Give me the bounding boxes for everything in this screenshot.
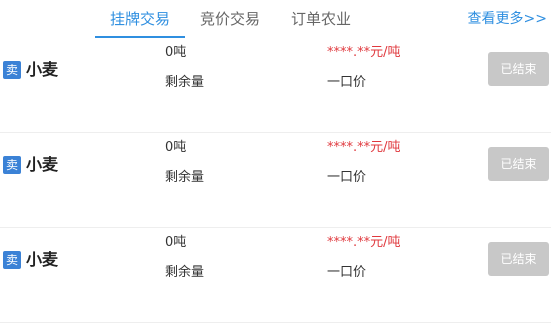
ended-button[interactable]: 已结束 (488, 147, 549, 181)
remaining-quantity-label: 剩余量 (165, 75, 205, 90)
product-name: 小麦 (26, 155, 59, 174)
unit-price: ****.**元/吨 (327, 140, 401, 155)
tab-order-agriculture[interactable]: 订单农业 (291, 8, 351, 30)
remaining-quantity-label: 剩余量 (165, 170, 205, 185)
unit-price: ****.**元/吨 (327, 235, 401, 250)
product-name: 小麦 (26, 250, 59, 269)
sell-badge: 卖 (3, 61, 21, 79)
price-type: 一口价 (327, 75, 367, 90)
list-item[interactable]: 卖 小麦 0吨 剩余量 ****.**元/吨 一口价 已结束 (0, 133, 551, 228)
trade-tab-bar: 挂牌交易 竞价交易 订单农业 查看更多>> (0, 0, 551, 38)
view-more-link[interactable]: 查看更多>> (468, 8, 547, 30)
ended-button[interactable]: 已结束 (488, 242, 549, 276)
price-type: 一口价 (327, 265, 367, 280)
list-item[interactable]: 卖 小麦 0吨 剩余量 ****.**元/吨 一口价 已结束 (0, 228, 551, 323)
unit-price: ****.**元/吨 (327, 45, 401, 60)
sell-badge: 卖 (3, 156, 21, 174)
list-item[interactable]: 卖 小麦 0吨 剩余量 ****.**元/吨 一口价 已结束 (0, 38, 551, 133)
ended-button[interactable]: 已结束 (488, 52, 549, 86)
listing-list: 卖 小麦 0吨 剩余量 ****.**元/吨 一口价 已结束 卖 小麦 0吨 剩… (0, 38, 551, 323)
price-type: 一口价 (327, 170, 367, 185)
product-name: 小麦 (26, 60, 59, 79)
sell-badge: 卖 (3, 251, 21, 269)
tab-auction-trade[interactable]: 竞价交易 (200, 8, 260, 30)
remaining-quantity-label: 剩余量 (165, 265, 205, 280)
remaining-quantity: 0吨 (165, 235, 187, 250)
remaining-quantity: 0吨 (165, 140, 187, 155)
remaining-quantity: 0吨 (165, 45, 187, 60)
tab-listing-trade[interactable]: 挂牌交易 (110, 8, 170, 30)
